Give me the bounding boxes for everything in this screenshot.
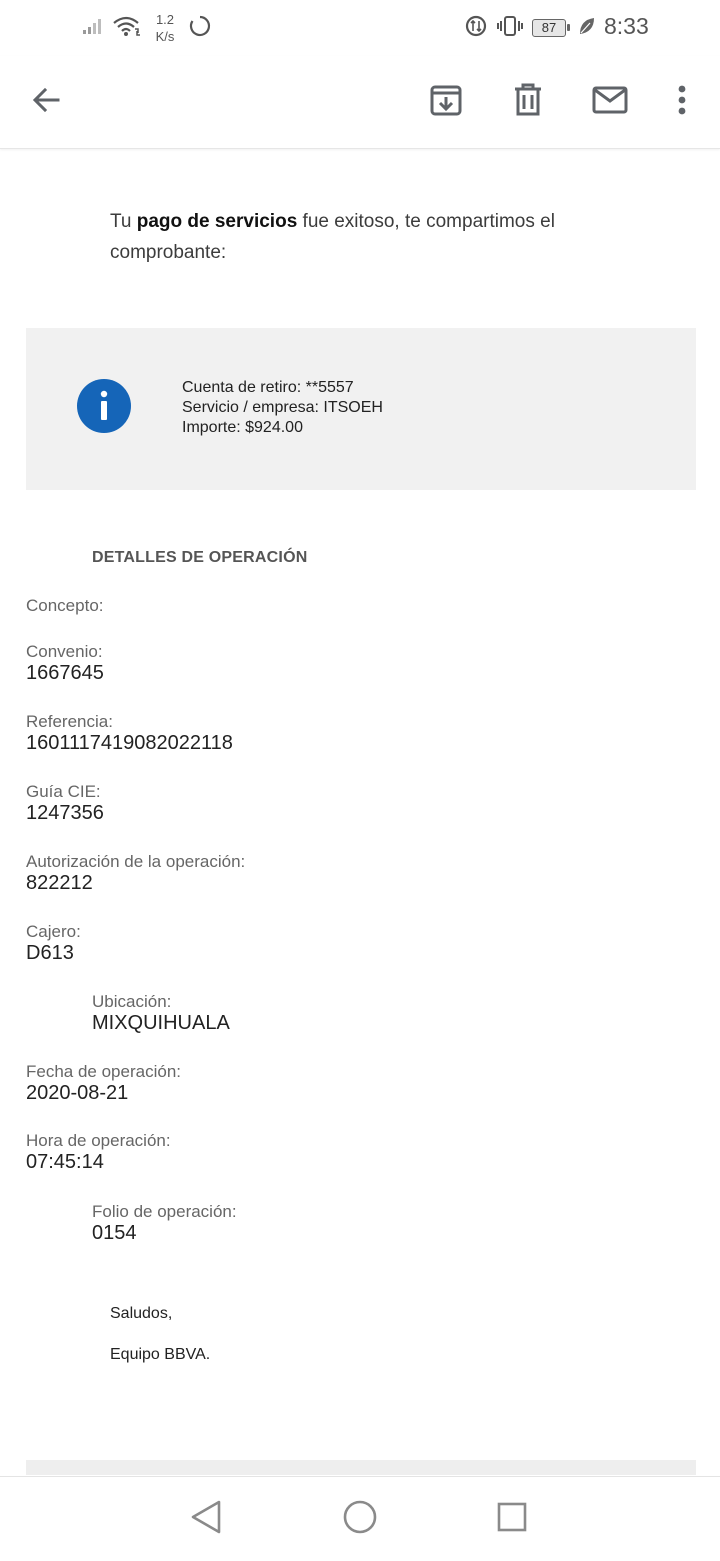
detail-ubicacion: Ubicación: MIXQUIHUALA — [92, 991, 230, 1034]
navigation-bar — [0, 1476, 720, 1561]
detail-label: Autorización de la operación: — [26, 852, 246, 871]
email-body[interactable]: Tu pago de servicios fue exitoso, te com… — [0, 150, 720, 1475]
detail-hora: Hora de operación: 07:45:14 — [26, 1130, 171, 1173]
archive-button[interactable] — [422, 78, 470, 126]
intro-pre: Tu — [110, 211, 137, 232]
detail-label: Guía CIE: — [26, 782, 101, 801]
square-recents-icon — [496, 1501, 528, 1538]
detail-value: 2020-08-21 — [26, 1082, 129, 1104]
trash-icon — [512, 83, 544, 122]
signal-icon — [82, 17, 104, 40]
leaf-icon — [578, 16, 596, 41]
network-speed-value: 1.2 — [155, 12, 175, 27]
status-right: 87 — [464, 14, 596, 42]
app-bar — [0, 56, 720, 149]
intro-bold: pago de servicios — [136, 211, 298, 232]
triangle-back-icon — [189, 1499, 223, 1540]
battery-icon: 87 — [532, 19, 570, 37]
delete-button[interactable] — [504, 78, 552, 126]
nav-back-button[interactable] — [184, 1497, 228, 1541]
detail-value: MIXQUIHUALA — [92, 1012, 230, 1034]
info-icon — [77, 379, 131, 433]
battery-level: 87 — [541, 20, 557, 35]
status-left: 1.2 K/s — [82, 10, 212, 46]
detail-fecha: Fecha de operación: 2020-08-21 — [26, 1061, 181, 1104]
detail-value: 1667645 — [26, 662, 104, 684]
detail-convenio: Convenio: 1667645 — [26, 641, 104, 684]
network-speed-unit: K/s — [155, 29, 175, 44]
detail-label: Hora de operación: — [26, 1131, 171, 1150]
detail-label: Fecha de operación: — [26, 1062, 181, 1081]
nav-recents-button[interactable] — [490, 1497, 534, 1541]
amount-line: Importe: $924.00 — [182, 419, 303, 436]
section-title: DETALLES DE OPERACIÓN — [92, 549, 308, 566]
nav-home-button[interactable] — [338, 1497, 382, 1541]
detail-label: Concepto: — [26, 596, 104, 615]
detail-value: 822212 — [26, 872, 93, 894]
sync-icon — [188, 14, 212, 43]
summary-lines: Cuenta de retiro: **5557 Servicio / empr… — [182, 378, 383, 438]
summary-box: Cuenta de retiro: **5557 Servicio / empr… — [26, 328, 696, 490]
detail-concepto: Concepto: — [26, 595, 104, 616]
detail-value: D613 — [26, 942, 74, 964]
detail-value: 0154 — [92, 1222, 137, 1244]
signoff-greeting: Saludos, — [110, 1305, 173, 1322]
detail-value: 07:45:14 — [26, 1151, 104, 1173]
mark-unread-button[interactable] — [586, 78, 634, 126]
mail-icon — [592, 86, 628, 119]
detail-label: Referencia: — [26, 712, 113, 731]
detail-guia-cie: Guía CIE: 1247356 — [26, 781, 104, 824]
back-arrow-icon — [30, 84, 62, 121]
detail-folio: Folio de operación: 0154 — [92, 1201, 237, 1244]
circle-home-icon — [342, 1499, 378, 1540]
more-vert-icon — [677, 85, 687, 120]
account-line: Cuenta de retiro: **5557 — [182, 379, 354, 396]
service-line: Servicio / empresa: ITSOEH — [182, 399, 383, 416]
network-speed: 1.2 K/s — [150, 11, 180, 45]
signoff-team: Equipo BBVA. — [110, 1346, 211, 1363]
footer-box — [26, 1460, 696, 1475]
detail-autorizacion: Autorización de la operación: 822212 — [26, 851, 245, 894]
detail-value: 1247356 — [26, 802, 104, 824]
detail-label: Ubicación: — [92, 992, 172, 1011]
intro-text: Tu pago de servicios fue exitoso, te com… — [110, 206, 590, 268]
wifi-icon — [112, 15, 142, 42]
detail-referencia: Referencia: 1601117419082022118 — [26, 711, 233, 754]
vibrate-icon — [496, 14, 524, 43]
data-saver-icon — [464, 14, 488, 43]
detail-label: Convenio: — [26, 642, 103, 661]
detail-label: Cajero: — [26, 922, 81, 941]
clock: 8:33 — [604, 13, 649, 39]
back-button[interactable] — [22, 78, 70, 126]
detail-value: 1601117419082022118 — [26, 732, 233, 754]
status-bar: 1.2 K/s 87 8:33 — [0, 0, 720, 56]
detail-cajero: Cajero: D613 — [26, 921, 81, 964]
more-options-button[interactable] — [658, 78, 706, 126]
archive-icon — [429, 83, 463, 122]
detail-label: Folio de operación: — [92, 1202, 237, 1221]
